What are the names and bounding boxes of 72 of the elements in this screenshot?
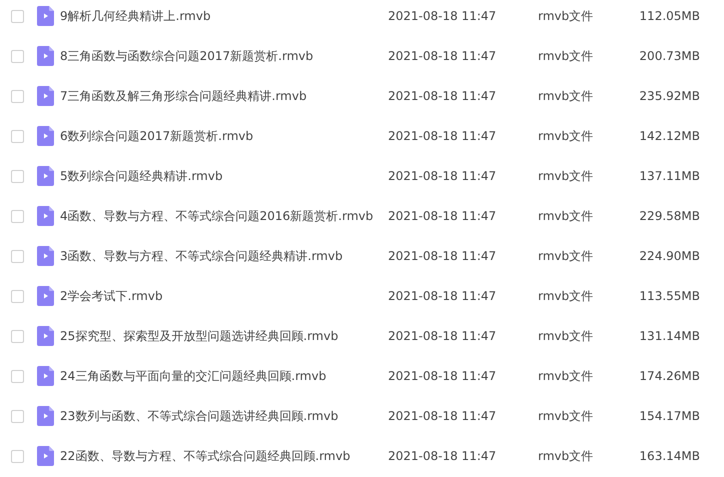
checkbox[interactable] [11, 370, 24, 382]
checkbox[interactable] [11, 50, 24, 62]
video-file-icon [37, 406, 54, 426]
video-file-icon [37, 366, 54, 386]
file-type: rmvb文件 [538, 168, 594, 185]
modified-date: 2021-08-18 11:47 [388, 288, 498, 305]
file-size: 229.58MB [638, 208, 700, 225]
file-name[interactable]: 23数列与函数、不等式综合问题选讲经典回顾.rmvb [60, 407, 385, 425]
file-name[interactable]: 3函数、导数与方程、不等式综合问题经典精讲.rmvb [60, 247, 385, 265]
file-size: 113.55MB [638, 288, 700, 305]
file-name[interactable]: 8三角函数与函数综合问题2017新题赏析.rmvb [60, 47, 385, 65]
video-file-icon [37, 126, 54, 146]
file-type: rmvb文件 [538, 48, 594, 65]
checkbox[interactable] [11, 450, 24, 462]
modified-date: 2021-08-18 11:47 [388, 128, 498, 145]
file-type: rmvb文件 [538, 448, 594, 465]
checkbox[interactable] [11, 210, 24, 222]
file-name[interactable]: 2学会考试下.rmvb [60, 287, 385, 305]
video-file-icon [37, 246, 54, 266]
file-size: 235.92MB [638, 88, 700, 105]
file-type: rmvb文件 [538, 248, 594, 265]
file-name[interactable]: 7三角函数及解三角形综合问题经典精讲.rmvb [60, 87, 385, 105]
video-file-icon [37, 6, 54, 26]
file-type: rmvb文件 [538, 328, 594, 345]
file-size: 112.05MB [638, 8, 700, 25]
video-file-icon [37, 326, 54, 346]
modified-date: 2021-08-18 11:47 [388, 48, 498, 65]
modified-date: 2021-08-18 11:47 [388, 248, 498, 265]
file-size: 131.14MB [638, 328, 700, 345]
video-file-icon [37, 46, 54, 66]
video-file-icon [37, 206, 54, 226]
file-type: rmvb文件 [538, 368, 594, 385]
file-size: 174.26MB [638, 368, 700, 385]
checkbox[interactable] [11, 410, 24, 422]
modified-date: 2021-08-18 11:47 [388, 168, 498, 185]
file-name[interactable]: 24三角函数与平面向量的交汇问题经典回顾.rmvb [60, 367, 385, 385]
file-type: rmvb文件 [538, 128, 594, 145]
modified-date: 2021-08-18 11:47 [388, 408, 498, 425]
file-name[interactable]: 5数列综合问题经典精讲.rmvb [60, 167, 385, 185]
modified-date: 2021-08-18 11:47 [388, 208, 498, 225]
file-type: rmvb文件 [538, 208, 594, 225]
file-size: 224.90MB [638, 248, 700, 265]
checkbox[interactable] [11, 330, 24, 342]
video-file-icon [37, 286, 54, 306]
file-size: 137.11MB [638, 168, 700, 185]
file-size: 142.12MB [638, 128, 700, 145]
video-file-icon [37, 166, 54, 186]
file-name[interactable]: 22函数、导数与方程、不等式综合问题经典回顾.rmvb [60, 447, 385, 465]
file-name[interactable]: 9解析几何经典精讲上.rmvb [60, 7, 385, 25]
file-name[interactable]: 6数列综合问题2017新题赏析.rmvb [60, 127, 385, 145]
modified-date: 2021-08-18 11:47 [388, 368, 498, 385]
video-file-icon [37, 446, 54, 466]
file-type: rmvb文件 [538, 288, 594, 305]
modified-date: 2021-08-18 11:47 [388, 8, 498, 25]
file-name[interactable]: 25探究型、探索型及开放型问题选讲经典回顾.rmvb [60, 327, 385, 345]
modified-date: 2021-08-18 11:47 [388, 88, 498, 105]
file-size: 200.73MB [638, 48, 700, 65]
modified-date: 2021-08-18 11:47 [388, 448, 498, 465]
file-size: 154.17MB [638, 408, 700, 425]
checkbox[interactable] [11, 170, 24, 182]
video-file-icon [37, 86, 54, 106]
file-type: rmvb文件 [538, 408, 594, 425]
checkbox[interactable] [11, 10, 24, 22]
checkbox[interactable] [11, 90, 24, 102]
checkbox[interactable] [11, 130, 24, 142]
modified-date: 2021-08-18 11:47 [388, 328, 498, 345]
file-size: 163.14MB [638, 448, 700, 465]
file-type: rmvb文件 [538, 8, 594, 25]
checkbox[interactable] [11, 290, 24, 302]
file-type: rmvb文件 [538, 88, 594, 105]
checkbox[interactable] [11, 250, 24, 262]
file-name[interactable]: 4函数、导数与方程、不等式综合问题2016新题赏析.rmvb [60, 207, 385, 225]
